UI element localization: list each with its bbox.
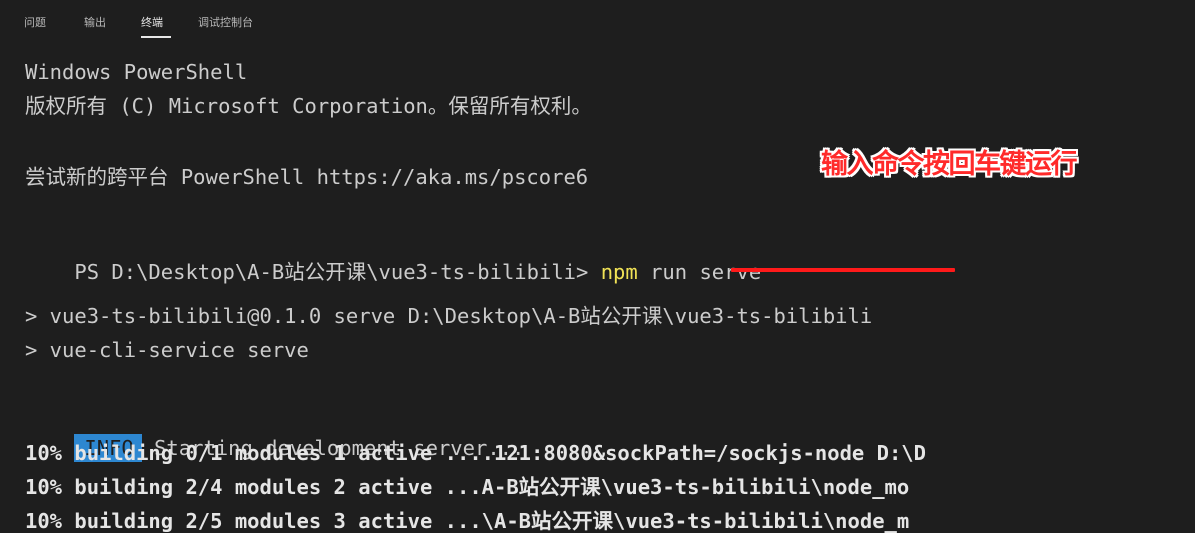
active-tab-indicator <box>141 36 171 38</box>
terminal-line-build-2: 10% building 2/4 modules 2 active ...A-B… <box>25 475 910 499</box>
terminal-line-prompt: PS D:\Desktop\A-B站公开课\vue3-ts-bilibili> … <box>25 230 761 284</box>
terminal-line-title: Windows PowerShell <box>25 60 248 84</box>
terminal-line-build-3: 10% building 2/5 modules 3 active ...\A-… <box>25 509 910 533</box>
terminal-line-info: INFO Starting development server... <box>25 406 524 462</box>
command-args: run serve <box>637 260 762 284</box>
terminal-panel[interactable]: 问题 输出 终端 调试控制台 Windows PowerShell 版权所有 (… <box>0 0 1195 533</box>
terminal-line-output-2: > vue-cli-service serve <box>25 338 309 362</box>
command-npm: npm <box>600 260 638 284</box>
terminal-line-output-1: > vue3-ts-bilibili@0.1.0 serve D:\Deskto… <box>25 304 873 328</box>
panel-tabs: 问题 输出 终端 调试控制台 <box>0 0 1195 38</box>
terminal-line-build-1: 10% building 0/1 modules 1 active ....12… <box>25 441 926 465</box>
command-underline-annotation <box>731 268 955 272</box>
tab-terminal[interactable]: 终端 <box>141 16 163 30</box>
tab-output[interactable]: 输出 <box>84 16 106 30</box>
tab-problems[interactable]: 问题 <box>24 16 46 30</box>
terminal-line-try-new: 尝试新的跨平台 PowerShell https://aka.ms/pscore… <box>25 165 589 189</box>
prompt-path: PS D:\Desktop\A-B站公开课\vue3-ts-bilibili> <box>74 260 601 284</box>
annotation-callout: 输入命令按回车键运行 <box>821 149 1078 180</box>
terminal-line-copyright: 版权所有 (C) Microsoft Corporation。保留所有权利。 <box>25 94 592 118</box>
tab-debug-console[interactable]: 调试控制台 <box>198 16 253 30</box>
